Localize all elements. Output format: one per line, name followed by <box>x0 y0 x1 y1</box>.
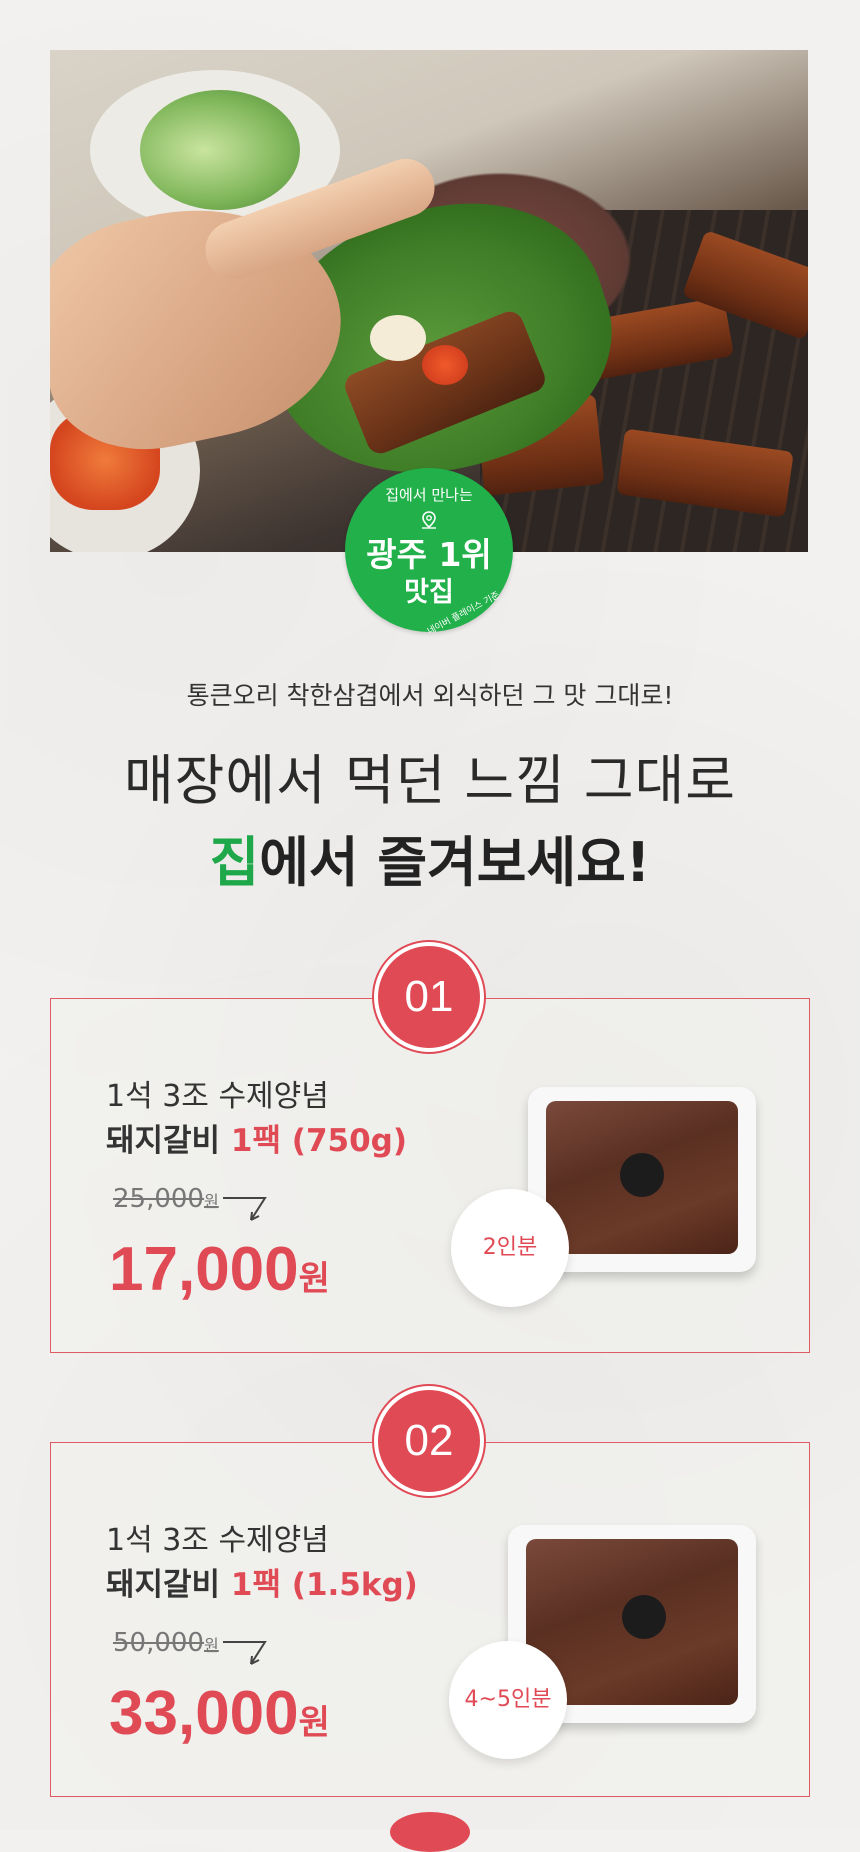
product-name: 돼지갈비 <box>106 1567 221 1603</box>
price-arrow-icon <box>223 1197 267 1221</box>
sale-price-value: 33,000 <box>109 1679 299 1748</box>
product-pack: 1팩 (1.5kg) <box>230 1567 418 1603</box>
ssamjang-sauce <box>422 345 468 385</box>
original-price: 25,000원 <box>113 1184 219 1214</box>
sale-price-unit: 원 <box>298 1704 330 1742</box>
sale-price: 33,000원 <box>109 1678 330 1749</box>
sale-price-unit: 원 <box>298 1260 330 1298</box>
sale-price: 17,000원 <box>109 1234 330 1305</box>
product-title: 돼지갈비 1팩 (1.5kg) <box>106 1559 418 1604</box>
garlic <box>370 315 426 361</box>
headline-line2: 집에서 즐겨보세요! <box>0 818 860 897</box>
servings-badge: 4~5인분 <box>449 1641 567 1759</box>
headline-line1: 매장에서 먹던 느낌 그대로 <box>124 749 736 812</box>
product-description: 1석 3조 수제양념 <box>106 1079 329 1114</box>
lettuce-garnish <box>140 90 300 210</box>
product-number-badge: 02 <box>374 1386 484 1496</box>
headline-rest: 에서 즐겨보세요! <box>259 831 651 894</box>
original-price-unit: 원 <box>203 1636 219 1655</box>
ranking-badge: 집에서 만나는 광주 1위 맛집 네이버 플레이스 기준 <box>345 468 513 637</box>
headline-highlight: 집 <box>209 831 260 894</box>
badge-main-text: 광주 1위 <box>366 535 492 574</box>
location-pin-icon <box>422 511 436 529</box>
original-price-unit: 원 <box>203 1192 219 1211</box>
sale-price-value: 17,000 <box>109 1235 299 1304</box>
original-price: 50,000원 <box>113 1628 219 1658</box>
brand-sticker <box>622 1595 666 1639</box>
subtitle: 통큰오리 착한삼겹에서 외식하던 그 맛 그대로! <box>186 681 674 710</box>
product-description: 1석 3조 수제양념 <box>106 1523 329 1558</box>
product-number-badge: 01 <box>374 942 484 1052</box>
servings-badge: 2인분 <box>451 1189 569 1307</box>
next-product-badge <box>390 1812 470 1852</box>
original-price-value: 50,000 <box>113 1628 204 1658</box>
original-price-value: 25,000 <box>113 1184 204 1214</box>
product-title: 돼지갈비 1팩 (750g) <box>106 1115 407 1160</box>
product-pack: 1팩 (750g) <box>230 1123 408 1159</box>
product-name: 돼지갈비 <box>106 1123 221 1159</box>
badge-arc-text: 집에서 만나는 <box>385 486 473 504</box>
brand-sticker <box>620 1153 664 1197</box>
price-arrow-icon <box>223 1641 267 1665</box>
